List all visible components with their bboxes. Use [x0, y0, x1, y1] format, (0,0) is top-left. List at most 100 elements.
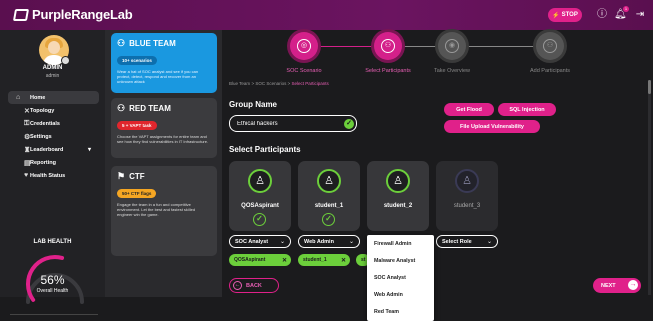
- card-title: RED TEAM: [129, 104, 171, 113]
- logout-icon[interactable]: ⇥: [634, 9, 646, 21]
- step-connector: [466, 46, 536, 47]
- main-panel: ◎ ⚇ ◉ ⚇ SOC Scenario Select Participants…: [222, 30, 653, 321]
- sidebar-item-credentials[interactable]: ⚿ Credentials: [0, 117, 105, 130]
- selected-chip[interactable]: QOSAspirant ✕: [229, 254, 291, 266]
- breadcrumb-current: Select Participants: [291, 81, 329, 86]
- dropdown-option[interactable]: Red Team: [367, 303, 434, 320]
- chip-label: student_1: [303, 257, 327, 263]
- sidebar-item-health-status[interactable]: ♥ Health Status: [0, 169, 105, 182]
- sidebar-item-topology[interactable]: ✕ Topology: [0, 104, 105, 117]
- chevron-down-icon: ⌄: [348, 239, 354, 245]
- sidebar: ADMIN admin ⌂ Home ✕ Topology ⚿ Credenti…: [0, 30, 105, 315]
- leaderboard-icon: ♜: [24, 146, 31, 154]
- dropdown-option[interactable]: SOC Analyst: [367, 269, 434, 286]
- check-circle-icon: ✓: [253, 213, 266, 226]
- sidebar-nav: ⌂ Home ✕ Topology ⚿ Credentials ⚙ Settin…: [0, 91, 105, 182]
- chip-label: QOSAspirant: [234, 257, 266, 263]
- logo-mark-icon: [12, 8, 30, 21]
- step-label: SOC Scenario: [286, 68, 322, 74]
- user-icon: ♙: [455, 169, 479, 193]
- participant-name: student_3: [453, 203, 481, 209]
- close-icon[interactable]: ✕: [282, 257, 287, 264]
- step-take-overview[interactable]: ◉: [438, 32, 466, 60]
- participant-card[interactable]: ♙ student_1 ✓: [298, 161, 360, 231]
- role-select[interactable]: SOC Analyst ⌄: [229, 235, 291, 248]
- role-select[interactable]: Select Role ⌄: [436, 235, 498, 248]
- notification-badge: 1: [623, 6, 629, 12]
- sidebar-item-label: Reporting: [30, 159, 56, 166]
- step-label: Take Overview: [433, 68, 471, 74]
- stop-label: STOP: [561, 12, 578, 18]
- arrow-left-icon: ←: [233, 281, 242, 290]
- selected-chip[interactable]: student_1 ✕: [298, 254, 350, 266]
- dropdown-option[interactable]: Firewall Admin: [367, 235, 434, 252]
- role-select-value: Select Role: [442, 238, 472, 245]
- info-icon[interactable]: ⓘ: [596, 9, 608, 21]
- topology-icon: ✕: [24, 107, 30, 115]
- card-description: Choose the VAPT assignments for entire t…: [117, 134, 209, 144]
- app-logo[interactable]: PurpleRangeLab: [12, 7, 133, 22]
- back-label: BACK: [246, 282, 262, 289]
- sidebar-item-settings[interactable]: ⚙ Settings: [0, 130, 105, 143]
- card-badge: 50+ CTF flags: [117, 189, 157, 198]
- sidebar-item-reporting[interactable]: ▤ Reporting: [0, 156, 105, 169]
- participant-card[interactable]: ♙ student_2: [367, 161, 429, 231]
- step-add-participants[interactable]: ⚇: [536, 32, 564, 60]
- blue-team-card[interactable]: ⚇ BLUE TEAM 10+ scenarios Wear a hat of …: [111, 33, 217, 93]
- scenario-cards-panel: ⚇ BLUE TEAM 10+ scenarios Wear a hat of …: [105, 30, 222, 297]
- add-participants-icon: ⚇: [543, 39, 557, 53]
- participant-card[interactable]: ♙ QOSAspirant ✓: [229, 161, 291, 231]
- next-button[interactable]: NEXT →: [593, 278, 641, 293]
- scrollbar-track[interactable]: [648, 80, 651, 295]
- tag-sql-injection[interactable]: SQL Injection: [498, 103, 556, 116]
- check-circle-icon: ✓: [322, 213, 335, 226]
- settings-icon: ⚙: [24, 133, 31, 141]
- home-icon: ⌂: [16, 94, 21, 101]
- tag-get-flood[interactable]: Get Flood: [444, 103, 494, 116]
- red-team-card[interactable]: ⚇ RED TEAM 5 + VAPT task Choose the VAPT…: [111, 98, 217, 158]
- sidebar-item-leaderboard[interactable]: ♜ Leaderboard ▾: [0, 143, 105, 156]
- health-icon: ♥: [24, 172, 29, 179]
- participant-name: student_1: [314, 203, 344, 209]
- app-title: PurpleRangeLab: [32, 7, 133, 22]
- user-name: ADMIN: [42, 65, 63, 71]
- scrollbar-thumb[interactable]: [648, 80, 651, 94]
- card-badge: 5 + VAPT task: [117, 121, 157, 130]
- participants-icon: ⚇: [381, 39, 395, 53]
- role-select-value: SOC Analyst: [235, 238, 269, 245]
- step-soc-scenario[interactable]: ◎: [290, 32, 318, 60]
- check-icon: ✓: [344, 119, 354, 129]
- sidebar-item-label: Leaderboard: [30, 146, 64, 153]
- card-title: CTF: [129, 172, 145, 181]
- tag-file-upload-vulnerability[interactable]: File Upload Vulnerability: [444, 120, 540, 133]
- group-name-input[interactable]: [229, 115, 357, 132]
- sidebar-item-label: Settings: [30, 133, 52, 140]
- dropdown-option[interactable]: Malware Analyst: [367, 252, 434, 269]
- step-select-participants[interactable]: ⚇: [374, 32, 402, 60]
- dropdown-option[interactable]: Web Admin: [367, 286, 434, 303]
- breadcrumb-item[interactable]: Blue Team: [229, 81, 250, 86]
- sidebar-item-home[interactable]: ⌂ Home: [8, 91, 99, 104]
- step-connector: [402, 46, 438, 47]
- user-role: admin: [45, 73, 60, 79]
- back-button[interactable]: ← BACK: [229, 278, 279, 293]
- role-select[interactable]: Web Admin ⌄: [298, 235, 360, 248]
- close-icon[interactable]: ✕: [341, 257, 346, 264]
- breadcrumb: Blue Team > SOC Scenarios > Select Parti…: [229, 81, 329, 86]
- select-participants-label: Select Participants: [229, 145, 301, 154]
- role-select-value: Web Admin: [304, 238, 334, 245]
- group-name-label: Group Name: [229, 100, 278, 109]
- ctf-card[interactable]: ⚑ CTF 50+ CTF flags Engage the team in a…: [111, 166, 217, 256]
- chevron-down-icon: ⌄: [486, 239, 492, 245]
- bolt-icon: ⚡: [552, 12, 560, 19]
- chevron-down-icon[interactable]: ▾: [88, 146, 91, 153]
- sidebar-item-label: Home: [30, 94, 46, 101]
- team-icon: ⚇: [117, 103, 126, 113]
- participant-card[interactable]: ♙ student_3: [436, 161, 498, 231]
- camera-icon[interactable]: [61, 56, 70, 65]
- participant-name: QOSAspirant: [241, 203, 279, 209]
- reporting-icon: ▤: [24, 159, 31, 167]
- breadcrumb-item[interactable]: SOC Scenarios: [255, 81, 286, 86]
- stop-button[interactable]: ⚡ STOP: [548, 8, 582, 22]
- arrow-right-icon: →: [628, 280, 638, 290]
